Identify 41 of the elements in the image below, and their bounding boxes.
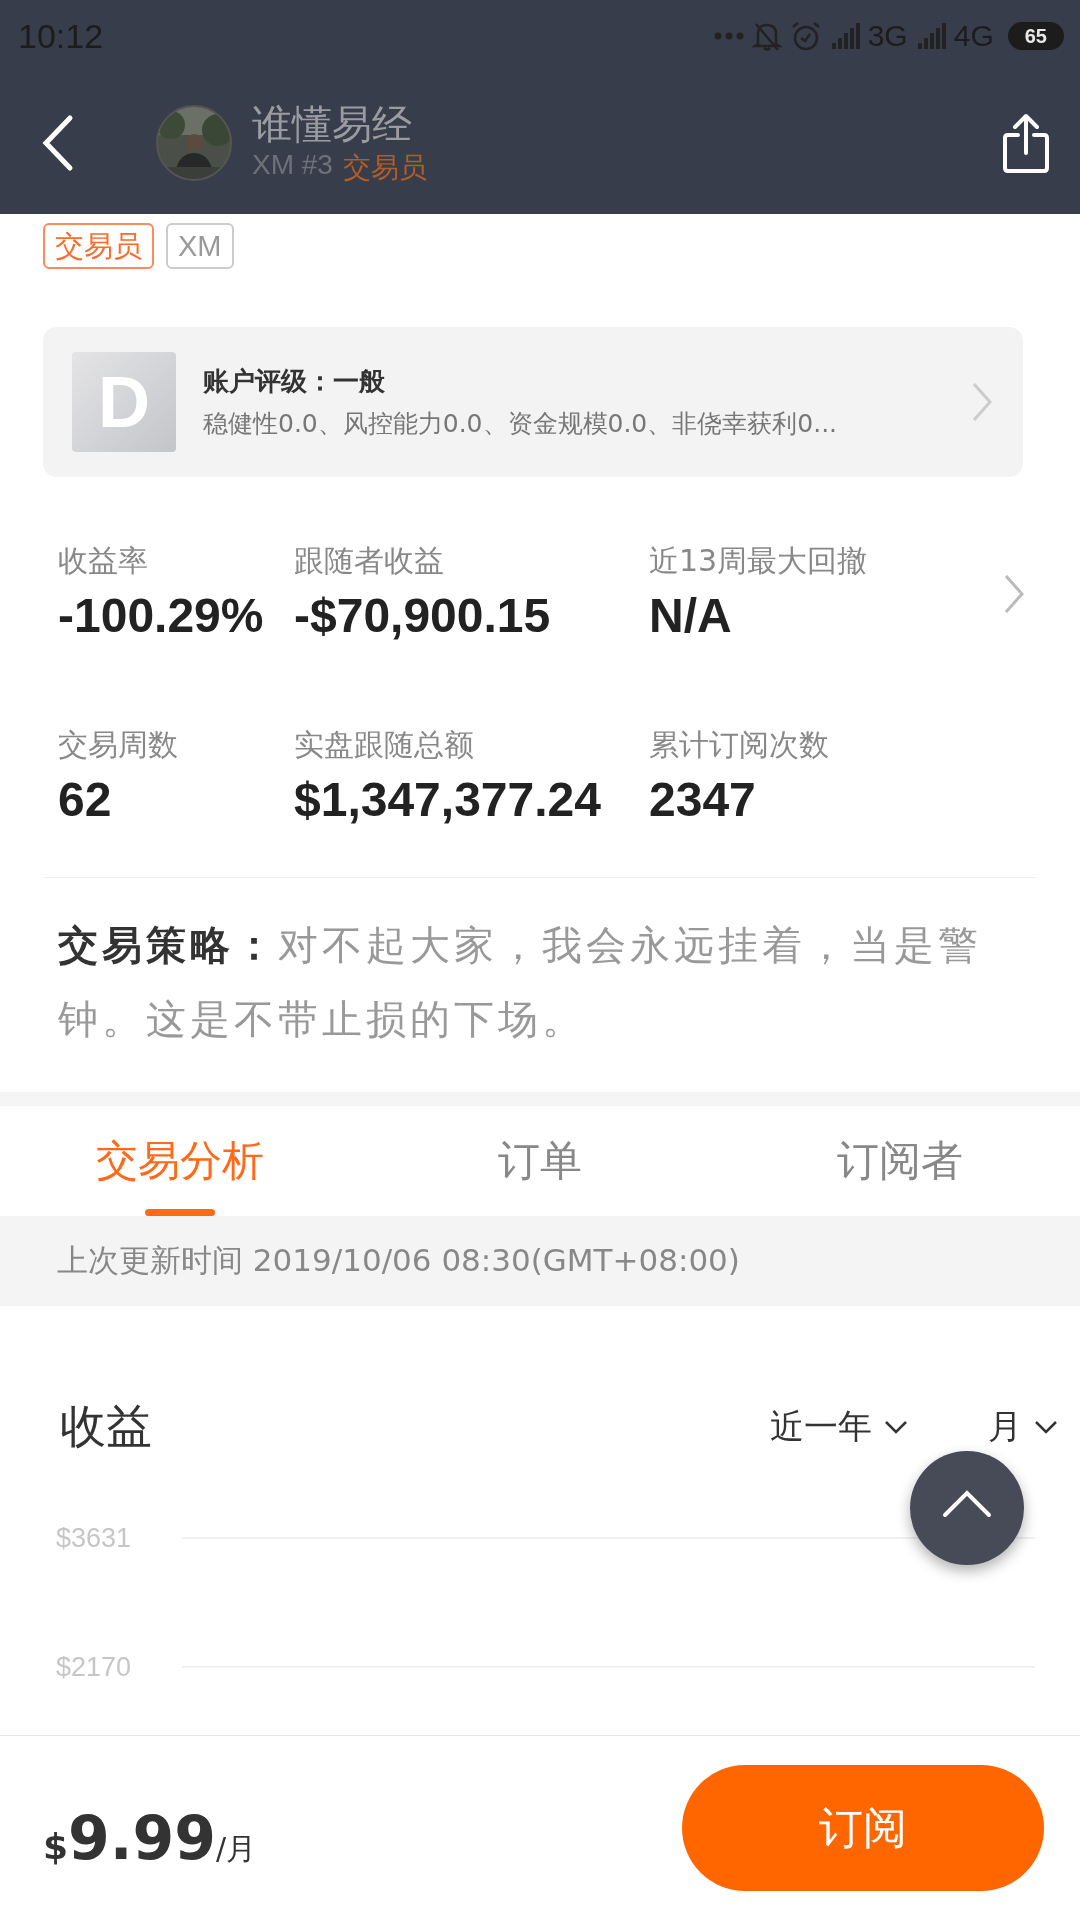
chevron-up-icon <box>942 1490 992 1518</box>
trader-name: 谁懂易经 <box>252 100 413 149</box>
tag: XM <box>166 223 234 269</box>
stat-value: N/A <box>649 588 733 643</box>
tab[interactable]: 订单 <box>360 1106 720 1216</box>
signal-icon <box>829 23 860 49</box>
stat-label: 实盘跟随总额 <box>294 726 475 764</box>
price: $9.99/月 <box>43 1803 257 1873</box>
update-time: 上次更新时间 2019/10/06 08:30(GMT+08:00) <box>57 1241 740 1280</box>
signal-icon <box>915 23 946 49</box>
rating-title: 账户评级：一般 <box>203 365 386 398</box>
back-button[interactable] <box>40 114 74 172</box>
stat-label: 近13周最大回撤 <box>649 542 869 580</box>
tag: 交易员 <box>43 223 154 269</box>
trader-role: 交易员 <box>342 150 427 186</box>
caret-down-icon <box>884 1420 908 1434</box>
period-dropdown[interactable]: 月 <box>988 1404 1058 1450</box>
chevron-right-icon <box>971 381 993 423</box>
subscribe-button[interactable]: 订阅 <box>682 1765 1044 1891</box>
tab[interactable]: 交易分析 <box>0 1106 360 1216</box>
caret-down-icon <box>1034 1420 1058 1434</box>
share-button[interactable] <box>1002 113 1050 173</box>
stat-value: 62 <box>58 772 113 827</box>
chart-title: 收益 <box>60 1398 153 1455</box>
stat-label: 跟随者收益 <box>294 542 445 580</box>
stat-value: -100.29% <box>58 588 265 643</box>
axis-label: $2170 <box>56 1651 133 1683</box>
axis-label: $3631 <box>56 1522 133 1554</box>
stat-value: -$70,900.15 <box>294 588 552 643</box>
more-dots-icon <box>713 32 744 40</box>
strategy-text: 交易策略：对不起大家，我会永远挂着，当是警钟。这是不带止损的下场。 <box>58 921 983 1044</box>
stat-label: 累计订阅次数 <box>649 726 830 764</box>
range-dropdown[interactable]: 近一年 <box>770 1404 908 1450</box>
scroll-top-button[interactable] <box>910 1451 1024 1565</box>
stat-value: $1,347,377.24 <box>294 772 602 827</box>
stat-value: 2347 <box>649 772 757 827</box>
tab[interactable]: 订阅者 <box>720 1106 1080 1216</box>
stat-label: 交易周数 <box>58 726 179 764</box>
rating-details: 稳健性0.0、风控能力0.0、资金规模0.0、非侥幸获利0... <box>203 408 839 440</box>
stat-label: 收益率 <box>58 542 149 580</box>
battery-indicator: 65 <box>1007 22 1064 50</box>
